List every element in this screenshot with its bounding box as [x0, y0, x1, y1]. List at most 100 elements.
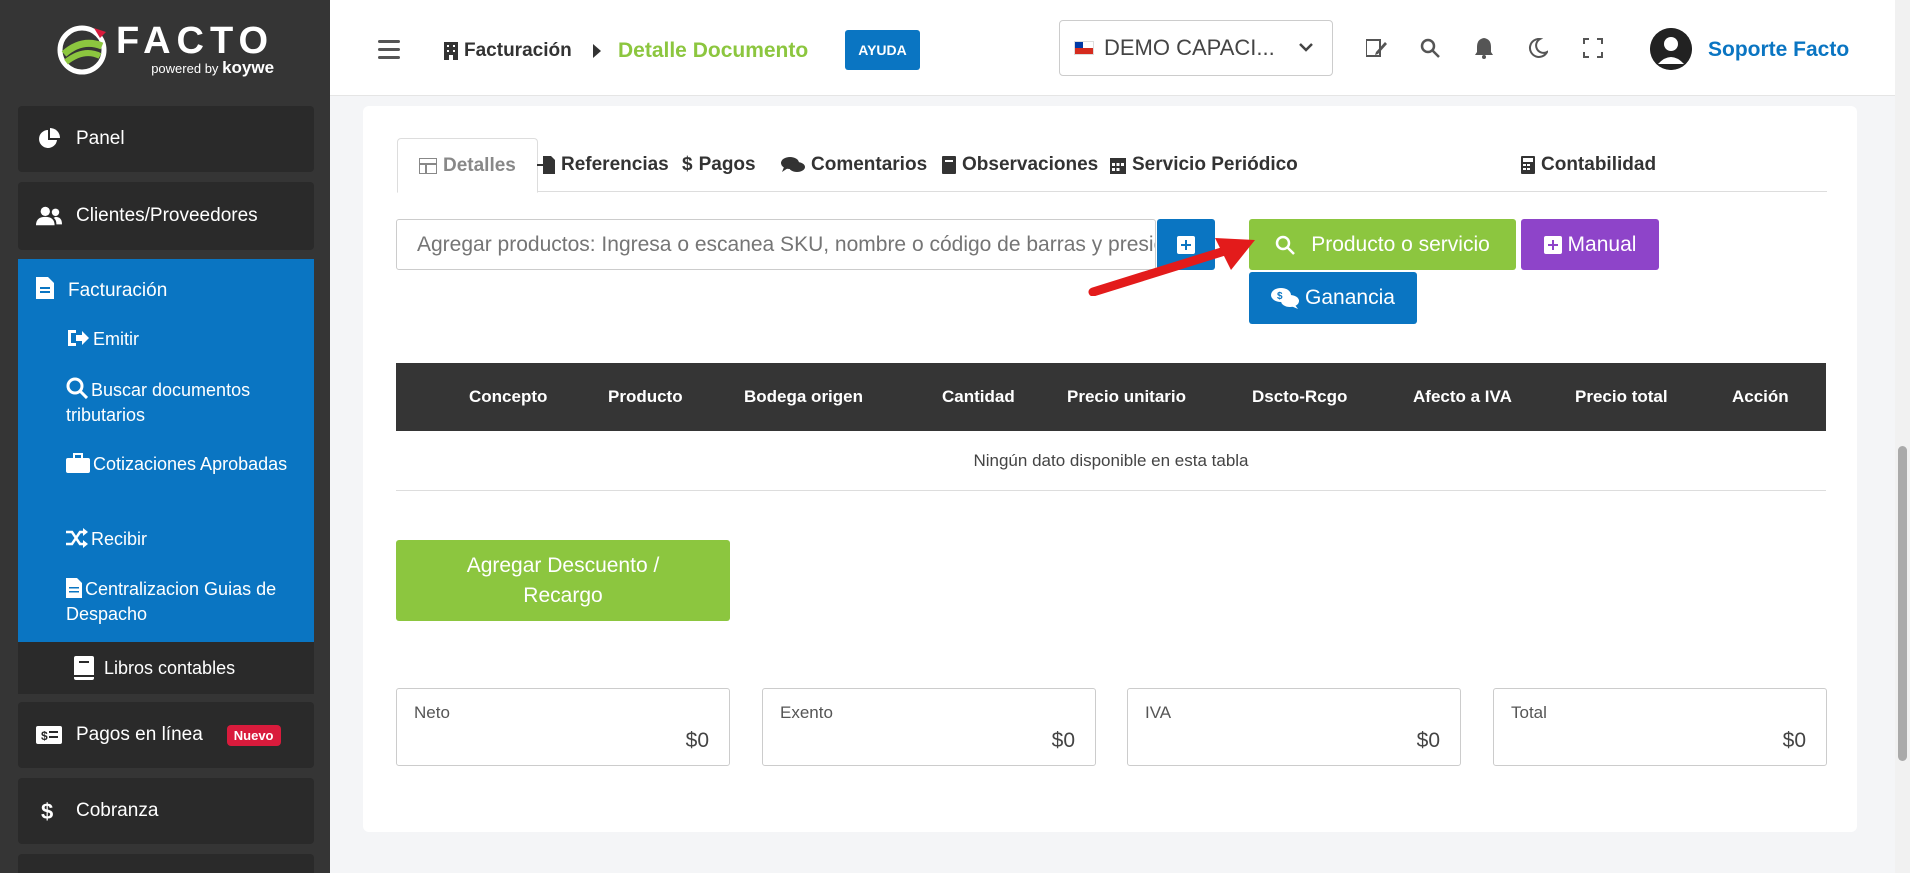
breadcrumb-caret-icon: [593, 44, 601, 58]
manual-button[interactable]: Manual: [1521, 219, 1659, 270]
button-label: Ganancia: [1305, 286, 1395, 309]
file-import-icon: [537, 156, 555, 174]
total-label: Total: [1511, 703, 1547, 722]
tab-observaciones[interactable]: Observaciones: [942, 138, 1098, 192]
book-icon: [74, 656, 94, 680]
tab-label: Pagos: [698, 154, 756, 175]
sidebar-item-pagos-linea[interactable]: $ Pagos en línea Nuevo: [18, 702, 314, 768]
file-icon: [36, 277, 54, 305]
total-value: $0: [685, 729, 709, 752]
sidebar-sub-buscar[interactable]: Buscar documentos tributarios: [66, 377, 306, 428]
moon-icon[interactable]: [1526, 36, 1550, 60]
company-selector[interactable]: DEMO CAPACI...: [1059, 20, 1333, 76]
tab-servicio-periodico[interactable]: Servicio Periódico: [1110, 138, 1298, 192]
total-value: $0: [1782, 729, 1806, 752]
fullscreen-icon[interactable]: [1581, 36, 1605, 60]
sidebar-sub-cotizaciones[interactable]: Cotizaciones Aprobadas: [66, 452, 306, 477]
dollar-icon: $: [682, 154, 693, 175]
table-empty-message: Ningún dato disponible en esta tabla: [396, 431, 1826, 491]
search-icon: [66, 377, 89, 400]
avatar[interactable]: [1650, 28, 1692, 70]
top-bar: Facturación Detalle Documento AYUDA DEMO…: [330, 0, 1910, 96]
button-label: Manual: [1567, 232, 1637, 256]
tab-label: Servicio Periódico: [1132, 154, 1298, 175]
document-icon: [66, 578, 82, 598]
tab-label: Referencias: [561, 154, 669, 175]
page-scrollbar[interactable]: [1895, 0, 1910, 873]
users-icon: [36, 203, 62, 229]
column-header: Cantidad: [942, 387, 1015, 406]
tab-comentarios[interactable]: Comentarios: [781, 138, 927, 192]
tab-label: Comentarios: [811, 154, 928, 175]
svg-text:$: $: [41, 729, 48, 743]
column-header: Precio unitario: [1067, 387, 1187, 406]
tab-referencias[interactable]: Referencias: [537, 138, 669, 192]
chevron-down-icon: [1299, 43, 1313, 52]
shuffle-icon: [66, 528, 88, 548]
product-search-input[interactable]: [396, 219, 1156, 270]
total-value: $0: [1051, 729, 1075, 752]
ganancia-button[interactable]: $ Ganancia: [1249, 272, 1417, 324]
tab-pagos[interactable]: $ Pagos: [682, 138, 756, 192]
column-header: Bodega origen: [744, 387, 864, 406]
button-label: Producto o servicio: [1311, 232, 1490, 256]
tab-contabilidad[interactable]: Contabilidad: [1521, 138, 1656, 192]
column-header: Afecto a IVA: [1413, 387, 1512, 406]
sidebar-item-panel[interactable]: Panel: [18, 106, 314, 172]
sidebar-item-libros[interactable]: Libros contables: [18, 642, 314, 694]
book-icon: [942, 156, 956, 174]
sidebar-item-facturacion: Facturación Emitir Buscar documentos tri…: [18, 259, 314, 642]
calculator-icon: [1521, 156, 1535, 174]
scrollbar-thumb[interactable]: [1898, 446, 1907, 761]
column-header: Concepto: [469, 387, 548, 406]
total-label: Neto: [414, 703, 450, 722]
facturacion-header[interactable]: Facturación: [36, 277, 167, 305]
svg-text:$: $: [41, 799, 53, 823]
sidebar-sub-recibir[interactable]: Recibir: [66, 527, 306, 552]
facto-logo[interactable]: FACTO powered by koywe: [0, 0, 330, 100]
comments-dollar-icon: $: [1271, 288, 1300, 309]
column-header: Acción: [1732, 387, 1789, 406]
briefcase-icon: [66, 453, 90, 473]
product-service-button[interactable]: Producto o servicio: [1249, 219, 1516, 270]
sidebar-item-clientes[interactable]: Clientes/Proveedores: [18, 182, 314, 250]
plus-square-icon: [1543, 235, 1562, 254]
tab-label: Contabilidad: [1541, 154, 1657, 175]
sidebar-item-label: Libros contables: [104, 657, 236, 678]
sidebar-item-label: Panel: [76, 128, 125, 149]
document-card: Detalles Referencias $ Pagos Comentarios…: [363, 106, 1857, 832]
facto-logo-icon: [57, 25, 107, 75]
sidebar-item-more[interactable]: [18, 854, 314, 873]
sidebar-sub-emitir[interactable]: Emitir: [66, 327, 306, 352]
calendar-icon: [1110, 158, 1126, 174]
help-button[interactable]: AYUDA: [845, 30, 920, 70]
user-name[interactable]: Soporte Facto: [1708, 38, 1849, 62]
tab-label: Observaciones: [962, 154, 1099, 175]
document-tabs: Detalles Referencias $ Pagos Comentarios…: [397, 138, 1827, 193]
sidebar-item-cobranza[interactable]: $ Cobranza: [18, 778, 314, 844]
table-icon: [419, 157, 437, 174]
bell-icon[interactable]: [1472, 36, 1496, 60]
sidebar-item-label: Pagos en línea: [76, 724, 203, 745]
company-name: DEMO CAPACI...: [1104, 35, 1275, 60]
page-title: Detalle Documento: [618, 39, 809, 62]
tab-label: Detalles: [443, 154, 516, 176]
sign-out-icon: [68, 330, 89, 346]
chile-flag-icon: [1074, 41, 1094, 55]
tab-detalles[interactable]: Detalles: [397, 138, 538, 193]
hamburger-menu-icon[interactable]: [378, 40, 400, 64]
red-arrow-annotation: [1088, 238, 1255, 296]
total-label: IVA: [1145, 703, 1172, 722]
sidebar-sub-centralizacion[interactable]: Centralizacion Guias de Despacho: [66, 577, 306, 627]
column-header: Producto: [608, 387, 683, 406]
edit-document-icon[interactable]: [1365, 36, 1389, 60]
iva-field: IVA $0: [1127, 688, 1461, 766]
building-icon: [444, 42, 458, 60]
sidebar-item-label: Facturación: [68, 280, 168, 301]
add-discount-button[interactable]: Agregar Descuento / Recargo: [396, 540, 730, 621]
brand-name: FACTO: [115, 20, 275, 62]
search-icon[interactable]: [1418, 36, 1442, 60]
sidebar-item-label: Clientes/Proveedores: [76, 205, 258, 226]
sub-item-label: Recibir: [91, 529, 148, 549]
breadcrumb-parent[interactable]: Facturación: [444, 40, 572, 62]
